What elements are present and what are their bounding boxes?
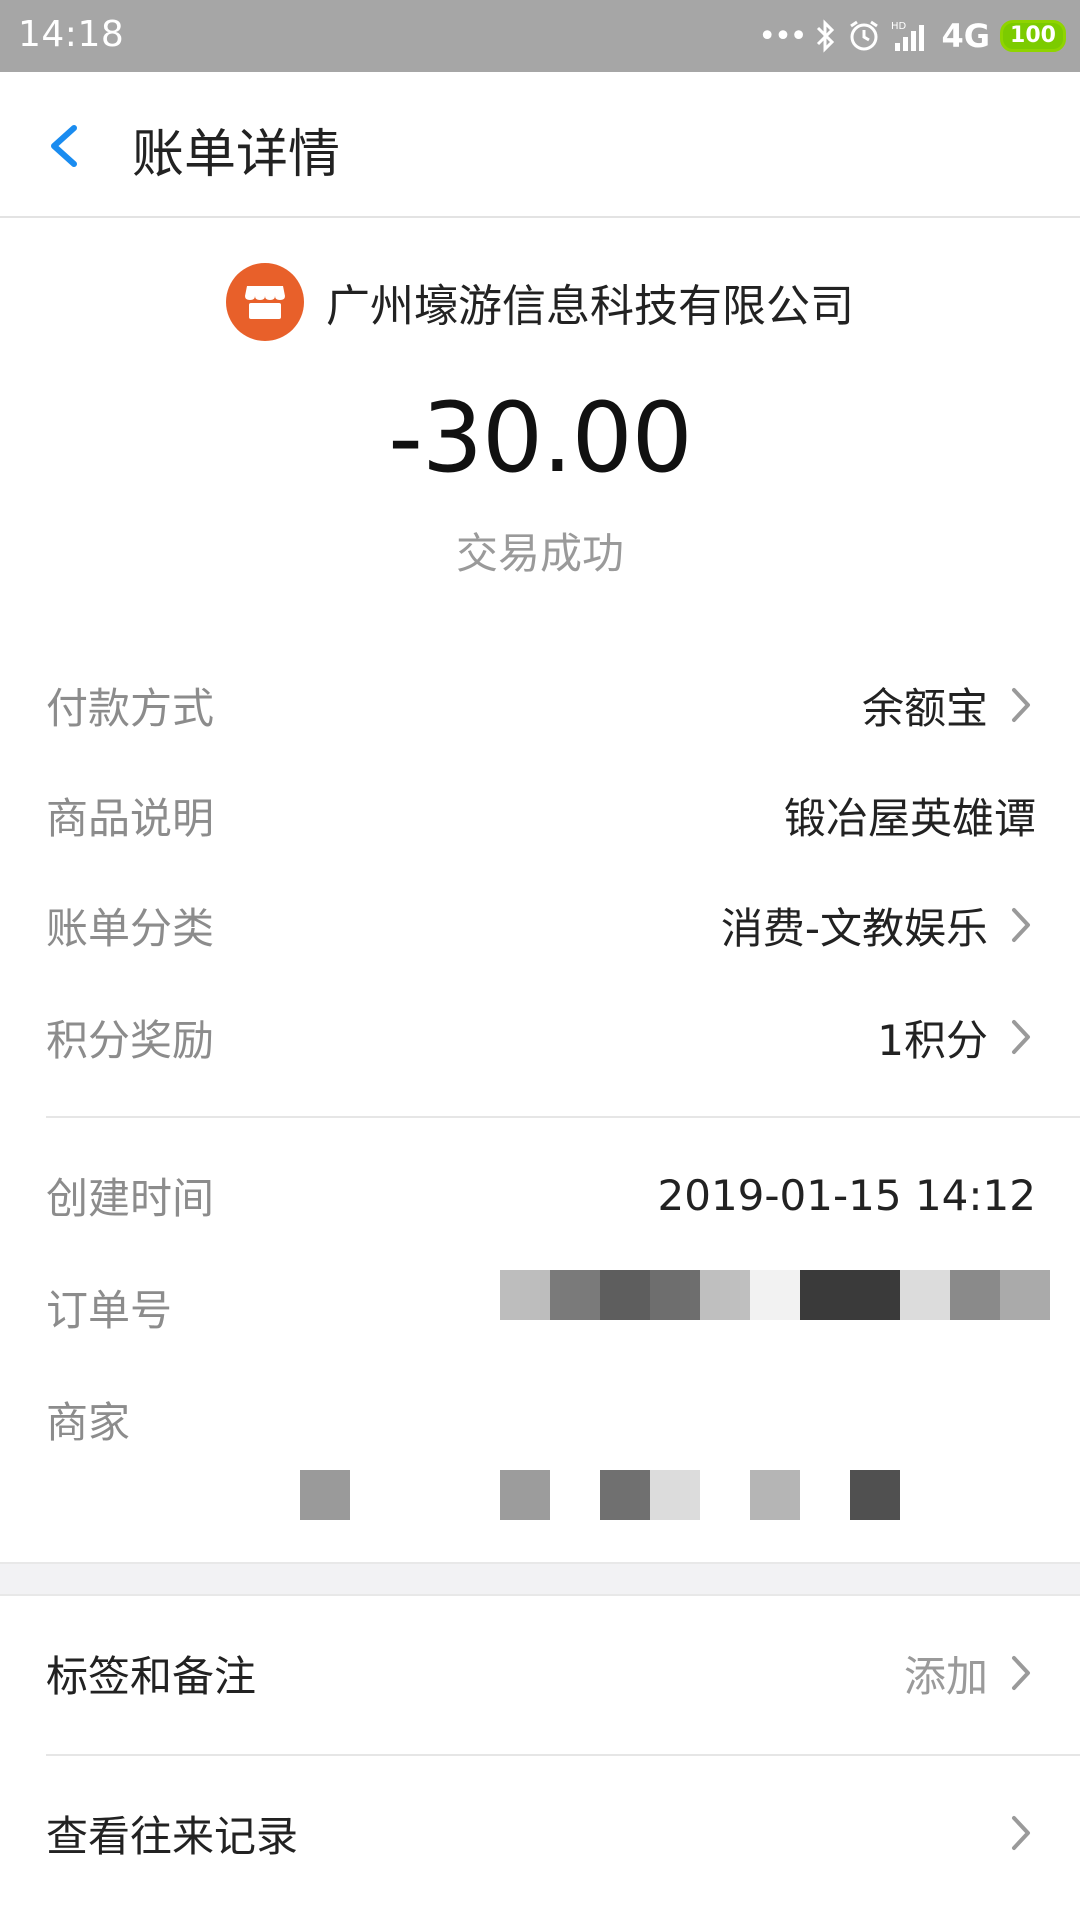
chevron-right-icon — [1012, 908, 1030, 942]
section-gap — [0, 1562, 1080, 1596]
created-time-row: 创建时间 2019-01-15 14:12 — [46, 1160, 1036, 1230]
merchant-order-redacted — [300, 1470, 900, 1520]
merchant-info: 广州壕游信息科技有限公司 — [0, 262, 1080, 342]
view-history-row[interactable]: 查看往来记录 — [46, 1798, 1036, 1868]
transaction-amount: -30.00 — [388, 382, 692, 494]
transaction-status: 交易成功 — [455, 529, 624, 578]
bill-category-row[interactable]: 账单分类 消费-文教娱乐 — [46, 890, 1036, 960]
row-label: 标签和备注 — [46, 1651, 257, 1701]
row-label: 付款方式 — [46, 683, 215, 733]
section-divider — [46, 1116, 1080, 1118]
row-label: 账单分类 — [46, 903, 215, 953]
app-header: 账单详情 — [0, 72, 1080, 218]
row-label: 积分奖励 — [46, 1015, 215, 1065]
row-value: 2019-01-15 14:12 — [657, 1170, 1036, 1220]
chevron-right-icon — [1012, 1656, 1030, 1690]
chevron-right-icon — [1012, 1020, 1030, 1054]
row-label: 商家 — [46, 1397, 131, 1447]
store-icon — [226, 263, 304, 341]
row-label: 订单号 — [46, 1285, 173, 1335]
network-type: 4G — [941, 17, 990, 55]
row-value: 锻冶屋英雄谭 — [783, 793, 1036, 843]
status-bar: 14:18 ••• HD 4G 100 — [0, 0, 1080, 72]
alarm-icon — [847, 19, 881, 53]
dots-icon: ••• — [758, 18, 807, 54]
payment-method-row[interactable]: 付款方式 余额宝 — [46, 670, 1036, 740]
row-label: 创建时间 — [46, 1173, 215, 1223]
order-number-redacted — [500, 1270, 1050, 1320]
battery-icon: 100 — [1000, 20, 1066, 52]
page-title: 账单详情 — [132, 125, 341, 185]
status-time: 14:18 — [18, 14, 125, 55]
back-button[interactable] — [40, 110, 100, 180]
row-label: 查看往来记录 — [46, 1811, 299, 1861]
row-value: 余额宝 — [861, 683, 988, 733]
product-description-row: 商品说明 锻冶屋英雄谭 — [46, 780, 1036, 850]
add-link[interactable]: 添加 — [904, 1643, 988, 1704]
row-label: 商品说明 — [46, 793, 215, 843]
signal-icon: HD — [891, 19, 931, 53]
points-reward-row[interactable]: 积分奖励 1积分 — [46, 1002, 1036, 1072]
merchant-order-row: 商家 — [46, 1384, 1036, 1454]
bluetooth-icon — [815, 19, 837, 53]
chevron-right-icon — [1012, 688, 1030, 722]
battery-level: 100 — [1010, 23, 1056, 48]
merchant-name: 广州壕游信息科技有限公司 — [326, 281, 854, 332]
status-icons: ••• HD 4G 100 — [758, 14, 1066, 58]
chevron-left-icon — [51, 125, 77, 167]
row-value: 消费-文教娱乐 — [720, 903, 988, 953]
row-value: 1积分 — [877, 1015, 988, 1065]
actions-divider — [46, 1754, 1080, 1756]
chevron-right-icon — [1012, 1816, 1030, 1850]
hd-label: HD — [891, 21, 907, 32]
tags-notes-row[interactable]: 标签和备注 添加 — [46, 1638, 1036, 1708]
